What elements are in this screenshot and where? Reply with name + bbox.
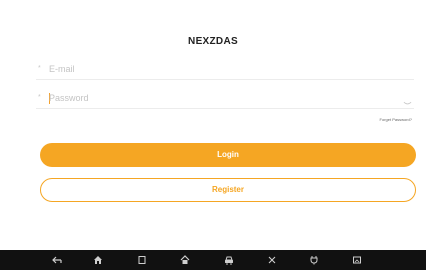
vci-icon[interactable] <box>309 255 319 265</box>
screenshot-icon[interactable] <box>352 255 362 265</box>
tools-icon[interactable] <box>267 255 277 265</box>
password-input[interactable] <box>49 90 389 106</box>
house-icon[interactable] <box>180 255 190 265</box>
login-button[interactable]: Login <box>40 143 416 167</box>
register-button[interactable]: Register <box>40 178 416 202</box>
email-input[interactable] <box>49 61 389 77</box>
password-required-mark: * <box>38 94 41 101</box>
back-icon[interactable] <box>52 255 62 265</box>
home-icon[interactable] <box>93 255 103 265</box>
show-password-icon[interactable] <box>403 94 412 105</box>
system-navigation-bar <box>0 250 426 270</box>
password-field: * <box>36 88 414 109</box>
car-icon[interactable] <box>224 255 234 265</box>
email-required-mark: * <box>38 65 41 72</box>
login-screen: NEXZDAS * * Forget Password? Login Regis… <box>0 0 426 270</box>
email-field: * <box>36 59 414 80</box>
recent-apps-icon[interactable] <box>137 255 147 265</box>
forgot-password-link[interactable]: Forget Password? <box>380 117 412 122</box>
app-title: NEXZDAS <box>188 36 238 47</box>
